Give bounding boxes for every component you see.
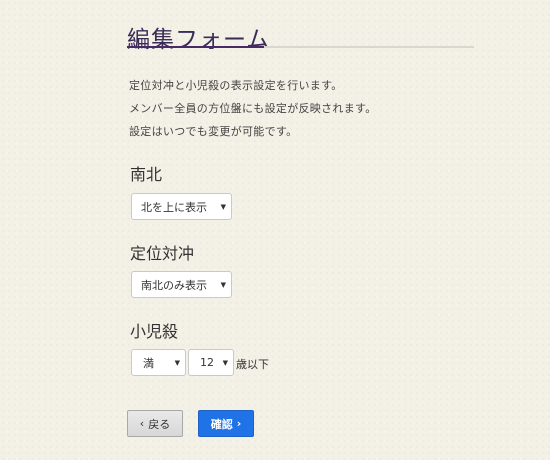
caret-down-icon: ▼ [174,359,180,367]
back-button[interactable]: ‹ 戻る [127,410,183,437]
confirm-button-label: 確認 [210,417,233,431]
page-title: 編集フォーム [127,27,271,53]
back-button-label: 戻る [148,417,171,431]
description-line: 設定はいつでも変更が可能です。 [129,125,298,138]
caret-down-icon: ▼ [220,203,226,211]
chevron-left-icon: ‹ [139,417,145,430]
age-value-select-value: 12 [200,356,214,369]
description: 定位対冲と小児殺の表示設定を行います。 メンバー全員の方位盤にも設定が反映されま… [129,74,377,143]
age-suffix-label: 歳以下 [236,358,269,371]
north-south-label: 南北 [130,165,163,184]
teii-taichu-select[interactable]: 南北のみ表示 ▼ [131,271,232,298]
caret-down-icon: ▼ [222,359,228,367]
title-underline-accent [127,46,264,48]
north-south-select[interactable]: 北を上に表示 ▼ [131,193,232,220]
description-line: メンバー全員の方位盤にも設定が反映されます。 [129,102,377,115]
age-type-select[interactable]: 満 ▼ [131,349,186,376]
teii-taichu-label: 定位対冲 [130,244,195,263]
caret-down-icon: ▼ [220,281,226,289]
shoujisatsu-label: 小児殺 [130,322,179,341]
description-line: 定位対冲と小児殺の表示設定を行います。 [129,79,343,92]
north-south-select-value: 北を上に表示 [141,200,207,214]
teii-taichu-select-value: 南北のみ表示 [141,278,207,292]
age-value-select[interactable]: 12 ▼ [188,349,234,376]
chevron-right-icon: › [236,417,242,430]
confirm-button[interactable]: 確認 › [198,410,254,437]
age-type-select-value: 満 [143,356,154,370]
